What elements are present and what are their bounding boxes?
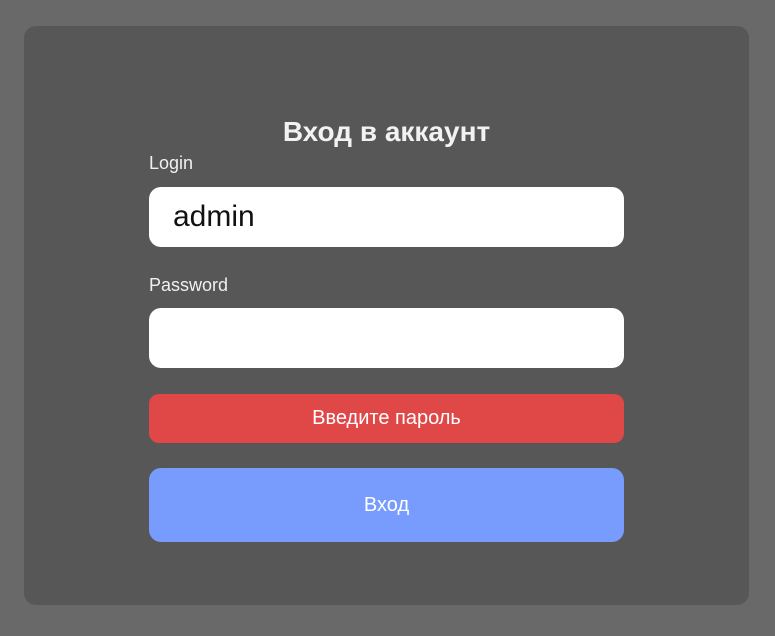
- login-card: Вход в аккаунт Login Password Введите па…: [24, 26, 749, 605]
- login-input[interactable]: [149, 187, 624, 247]
- login-button[interactable]: Вход: [149, 468, 624, 542]
- error-message: Введите пароль: [149, 394, 624, 443]
- login-label: Login: [149, 153, 194, 173]
- password-input[interactable]: [149, 308, 624, 368]
- password-label: Password: [149, 275, 229, 295]
- page-title: Вход в аккаунт: [282, 116, 491, 147]
